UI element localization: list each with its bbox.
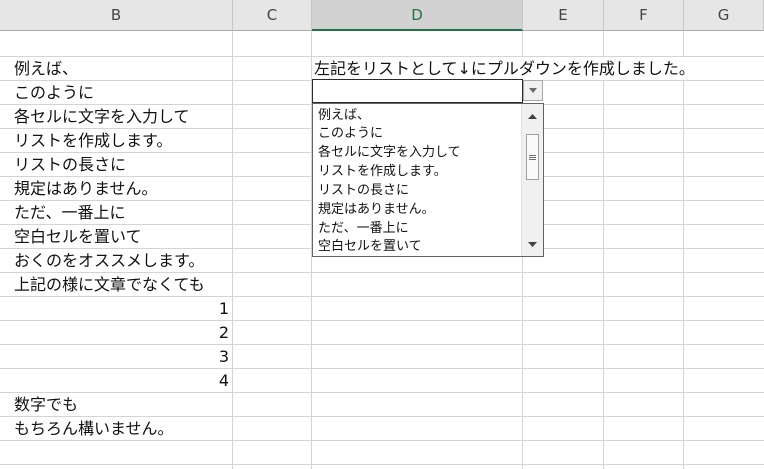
dropdown-option[interactable]: 空白セルを置いて — [318, 237, 422, 256]
dropdown-option[interactable]: リストの長さに — [318, 181, 409, 200]
dropdown-scrollbar[interactable] — [521, 104, 543, 256]
dropdown-option[interactable]: リストを作成します。 — [318, 162, 447, 181]
cell-b[interactable]: リストを作成します。 — [14, 129, 173, 152]
gridline-horizontal — [0, 392, 764, 393]
column-header-e[interactable]: E — [523, 0, 604, 31]
column-letter: D — [411, 5, 423, 24]
column-header-g[interactable]: G — [684, 0, 764, 31]
dropdown-option[interactable]: 例えば、 — [318, 106, 370, 125]
grip-icon — [529, 154, 536, 161]
dropdown-option[interactable]: このように — [318, 124, 383, 143]
triangle-down-icon — [529, 88, 537, 93]
column-header-f[interactable]: F — [604, 0, 684, 31]
cell-b-number[interactable]: 4 — [14, 369, 232, 392]
cell-b[interactable]: 例えば、 — [14, 57, 79, 80]
cell-b-number[interactable]: 2 — [14, 321, 232, 344]
dropdown-cell[interactable] — [312, 79, 523, 103]
cell-b[interactable]: もちろん構いません。 — [14, 417, 174, 440]
column-header-b[interactable]: B — [0, 0, 233, 31]
triangle-up-icon — [528, 113, 537, 119]
triangle-down-icon — [528, 241, 537, 247]
column-header-d[interactable]: D — [312, 0, 523, 31]
cell-b[interactable]: 規定はありません。 — [14, 177, 158, 200]
scroll-down-button[interactable] — [522, 235, 543, 253]
dropdown-option[interactable]: ただ、一番上に — [318, 219, 409, 238]
column-header-c[interactable]: C — [233, 0, 312, 31]
cell-b[interactable]: 数字でも — [14, 393, 79, 416]
scroll-up-button[interactable] — [522, 107, 543, 125]
cell-b[interactable]: 上記の様に文章でなくても — [14, 273, 205, 296]
column-letter: F — [639, 6, 648, 24]
cell-b[interactable]: リストの長さに — [14, 153, 127, 176]
dropdown-list[interactable]: 例えば、 このように 各セルに文字を入力して リストを作成します。 リストの長さ… — [312, 103, 544, 257]
gridline-horizontal — [0, 464, 764, 465]
cell-b-number[interactable]: 1 — [14, 297, 232, 320]
scroll-thumb[interactable] — [526, 134, 539, 180]
dropdown-option[interactable]: 規定はありません。 — [318, 200, 435, 219]
gridline-vertical — [683, 31, 684, 469]
cell-b[interactable]: このように — [14, 81, 95, 104]
gridline-horizontal — [0, 440, 764, 441]
column-letter: G — [717, 6, 730, 24]
column-letter: C — [266, 6, 278, 24]
cell-b[interactable]: おくのをオススメします。 — [14, 249, 205, 272]
dropdown-button[interactable] — [523, 80, 543, 101]
cell-b[interactable]: 各セルに文字を入力して — [14, 105, 190, 128]
column-letter: B — [110, 6, 122, 24]
cell-d-note[interactable]: 左記をリストとして↓にプルダウンを作成しました。 — [314, 57, 695, 80]
gridline-vertical — [232, 31, 233, 469]
gridline-vertical — [603, 31, 604, 469]
cell-b-number[interactable]: 3 — [14, 345, 232, 368]
column-letter: E — [558, 6, 568, 24]
cell-b[interactable]: ただ、一番上に — [14, 201, 126, 224]
cell-b[interactable]: 空白セルを置いて — [14, 225, 142, 248]
spreadsheet-grid[interactable]: B C D E F G 例えば、 このように 各セルに文字を入力して リストを作… — [0, 0, 764, 469]
dropdown-option[interactable]: 各セルに文字を入力して — [318, 143, 461, 162]
